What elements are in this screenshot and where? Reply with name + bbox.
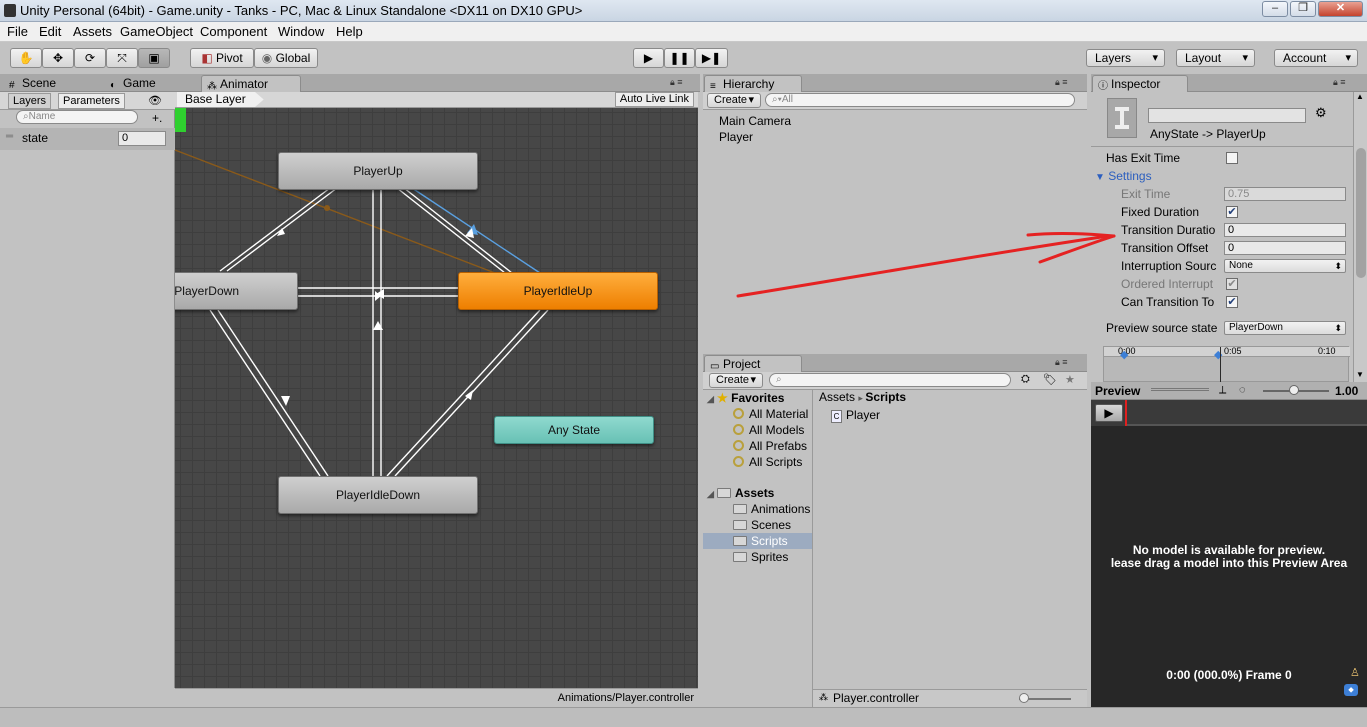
red-arrow-icon: [736, 231, 1116, 298]
annotation-arrow-overlay: [736, 231, 1116, 298]
